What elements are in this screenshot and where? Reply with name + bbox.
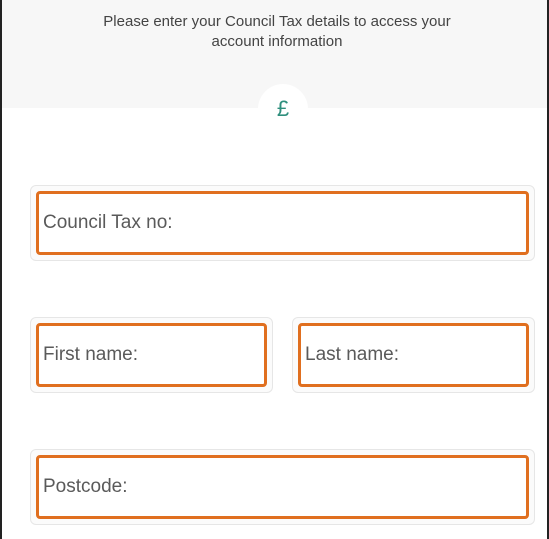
- first-name-input[interactable]: [36, 323, 267, 387]
- first-name-field-container: [30, 317, 273, 393]
- currency-symbol: £: [276, 96, 290, 121]
- pound-icon: £: [258, 84, 308, 134]
- council-tax-number-input[interactable]: [36, 191, 529, 255]
- intro-text: Please enter your Council Tax details to…: [42, 12, 512, 52]
- last-name-input[interactable]: [298, 323, 529, 387]
- last-name-field-container: [292, 317, 535, 393]
- postcode-field-container: [30, 449, 535, 525]
- login-form-screen: Please enter your Council Tax details to…: [0, 0, 549, 539]
- intro-line-1: Please enter your Council Tax details to…: [103, 13, 451, 30]
- intro-line-2: account information: [211, 33, 343, 50]
- council-tax-field-container: [30, 185, 535, 261]
- postcode-input[interactable]: [36, 455, 529, 519]
